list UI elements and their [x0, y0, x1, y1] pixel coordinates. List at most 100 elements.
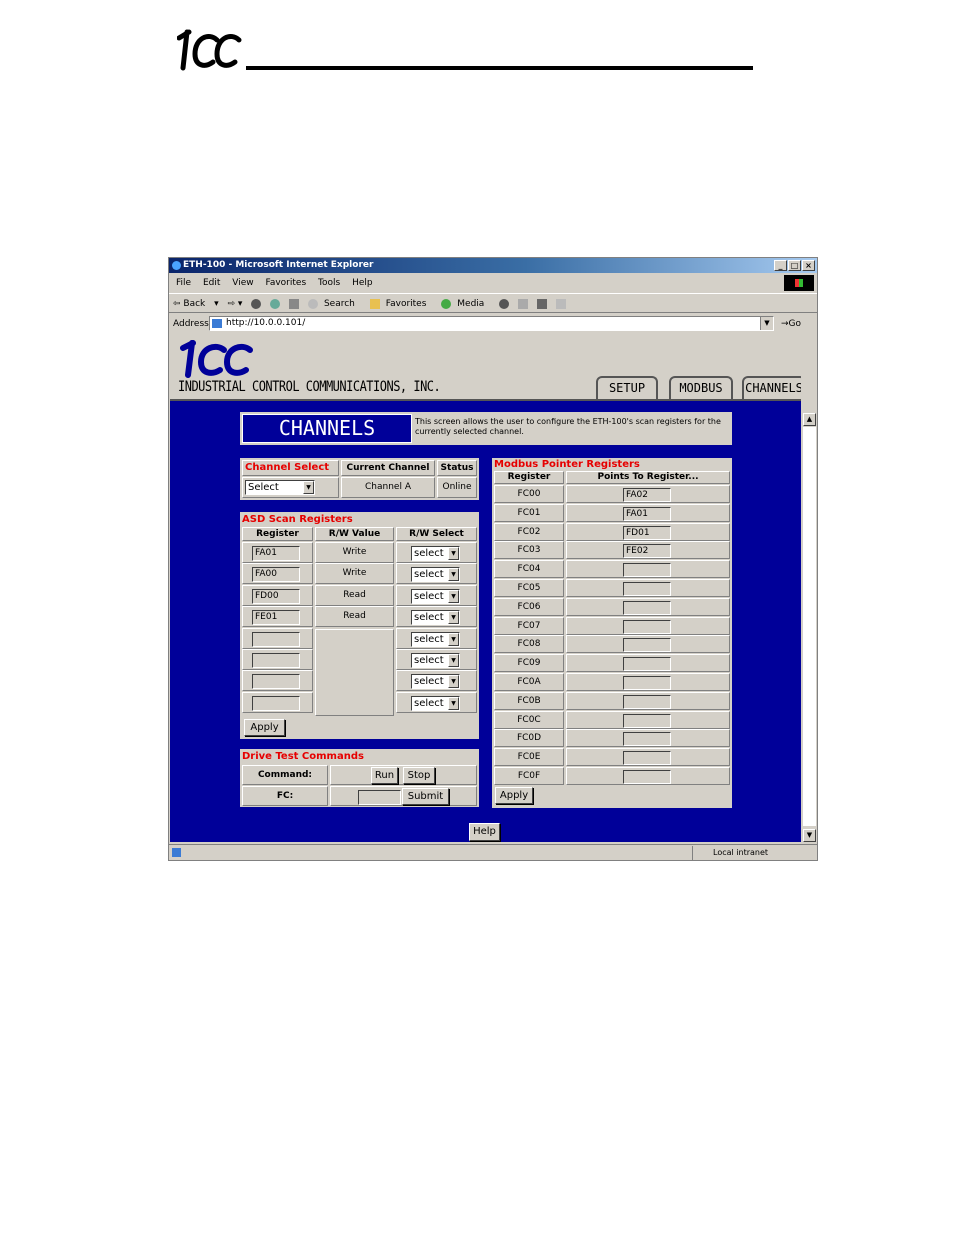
modbus-points-input[interactable]	[623, 657, 671, 672]
fc-input[interactable]	[358, 790, 401, 805]
modbus-points-input[interactable]	[623, 694, 671, 709]
vertical-scrollbar[interactable]: ▲ ▼	[802, 336, 817, 842]
edit-icon[interactable]	[555, 298, 566, 309]
address-dropdown[interactable]: ▼	[760, 317, 773, 330]
modbus-register: FC0A	[494, 673, 564, 691]
favorites-button[interactable]: Favorites	[369, 298, 433, 309]
asd-rw-select[interactable]: select ▼	[411, 653, 460, 668]
asd-rw-select[interactable]: select ▼	[411, 588, 460, 604]
page-done-icon	[172, 848, 181, 857]
print-icon[interactable]	[536, 298, 547, 309]
asd-register-input[interactable]: FE01	[252, 610, 300, 626]
search-button[interactable]: Search	[307, 298, 361, 309]
page-icon	[212, 319, 222, 328]
asd-rw-value: Write	[315, 563, 394, 585]
modbus-points-input[interactable]: FD01	[623, 525, 671, 540]
asd-register-input[interactable]: FA00	[252, 567, 300, 583]
maximize-button[interactable]: □	[788, 260, 801, 271]
status-value: Online	[437, 477, 477, 498]
tab-channels[interactable]: CHANNELS	[742, 376, 801, 400]
scroll-up-icon[interactable]: ▲	[803, 413, 816, 426]
asd-header-rw-value: R/W Value	[315, 527, 394, 541]
chevron-down-icon: ▼	[303, 481, 314, 494]
asd-register-input[interactable]	[252, 674, 300, 690]
asd-rw-select[interactable]: select ▼	[411, 674, 460, 690]
home-icon[interactable]	[289, 298, 300, 309]
drive-test-panel: Drive Test Commands Command: Run Stop FC…	[240, 749, 479, 807]
modbus-points-input[interactable]: FA01	[623, 506, 671, 521]
modbus-points-input[interactable]	[623, 638, 671, 653]
history-icon[interactable]	[499, 298, 510, 309]
media-icon	[441, 298, 452, 309]
asd-rw-select[interactable]: select ▼	[411, 610, 460, 626]
asd-rw-select[interactable]: select ▼	[411, 546, 460, 561]
modbus-points-input[interactable]	[623, 751, 671, 766]
modbus-points-input[interactable]: FA02	[623, 488, 671, 502]
asd-register-input[interactable]: FA01	[252, 546, 300, 561]
menu-file[interactable]: File	[176, 278, 191, 288]
stop-button[interactable]: Stop	[403, 767, 435, 784]
submit-button[interactable]: Submit	[402, 788, 449, 805]
modbus-register: FC00	[494, 485, 564, 503]
channels-header: CHANNELS This screen allows the user to …	[240, 412, 732, 445]
modbus-register: FC05	[494, 579, 564, 597]
modbus-points-input[interactable]	[623, 619, 671, 634]
modbus-points-input[interactable]	[623, 732, 671, 747]
menu-favorites[interactable]: Favorites	[265, 278, 306, 288]
chevron-down-icon: ▼	[448, 654, 459, 667]
asd-rw-select[interactable]: select ▼	[411, 567, 460, 583]
modbus-register: FC09	[494, 654, 564, 673]
icc-logo	[177, 29, 242, 71]
asd-register-input[interactable]	[252, 653, 300, 668]
forward-button[interactable]: ⇨ ▾	[228, 299, 243, 309]
channel-select-dropdown[interactable]: Select ▼	[245, 480, 315, 495]
asd-rw-value: Read	[315, 606, 394, 628]
address-input[interactable]: http://10.0.0.101/ ▼	[209, 316, 774, 331]
modbus-register: FC0E	[494, 748, 564, 767]
company-name: INDUSTRIAL CONTROL COMMUNICATIONS, INC.	[178, 378, 441, 395]
asd-rw-select[interactable]: select ▼	[411, 631, 460, 647]
minimize-button[interactable]: _	[774, 260, 787, 271]
modbus-header-register: Register	[494, 471, 564, 484]
search-icon	[307, 298, 318, 309]
close-button[interactable]: ×	[802, 260, 815, 271]
modbus-header-points: Points To Register...	[566, 471, 730, 484]
asd-register-input[interactable]: FD00	[252, 588, 300, 604]
modbus-apply-button[interactable]: Apply	[495, 787, 533, 804]
modbus-points-input[interactable]	[623, 563, 671, 578]
modbus-register: FC08	[494, 635, 564, 654]
address-bar: Address http://10.0.0.101/ ▼ →Go	[169, 314, 817, 334]
mail-icon[interactable]	[518, 298, 529, 309]
chevron-down-icon: ▼	[448, 696, 459, 710]
menu-edit[interactable]: Edit	[203, 278, 220, 288]
run-button[interactable]: Run	[371, 767, 398, 784]
modbus-register: FC0F	[494, 767, 564, 785]
go-button[interactable]: →Go	[781, 314, 801, 334]
asd-rw-select[interactable]: select ▼	[411, 695, 460, 711]
modbus-points-input[interactable]	[623, 600, 671, 615]
modbus-register: FC0D	[494, 729, 564, 748]
stop-icon[interactable]	[251, 298, 262, 309]
modbus-register: FC01	[494, 503, 564, 522]
scroll-down-icon[interactable]: ▼	[803, 829, 816, 842]
back-button[interactable]: ⇦ Back ▾	[173, 299, 219, 309]
window-title: ETH-100 - Microsoft Internet Explorer	[183, 260, 374, 270]
media-button[interactable]: Media	[441, 298, 490, 309]
refresh-icon[interactable]	[270, 298, 281, 309]
asd-apply-button[interactable]: Apply	[244, 719, 285, 736]
tab-modbus[interactable]: MODBUS	[669, 376, 733, 400]
modbus-register: FC06	[494, 597, 564, 616]
menu-view[interactable]: View	[232, 278, 253, 288]
menu-help[interactable]: Help	[352, 278, 373, 288]
modbus-points-input[interactable]	[623, 770, 671, 784]
asd-register-input[interactable]	[252, 631, 300, 647]
web-page: INDUSTRIAL CONTROL COMMUNICATIONS, INC. …	[170, 336, 801, 842]
help-button[interactable]: Help	[469, 823, 500, 841]
modbus-points-input[interactable]	[623, 713, 671, 728]
tab-setup[interactable]: SETUP	[596, 376, 658, 400]
modbus-points-input[interactable]	[623, 582, 671, 596]
menu-tools[interactable]: Tools	[318, 278, 340, 288]
asd-register-input[interactable]	[252, 695, 300, 711]
modbus-points-input[interactable]: FE02	[623, 544, 671, 559]
modbus-points-input[interactable]	[623, 676, 671, 690]
